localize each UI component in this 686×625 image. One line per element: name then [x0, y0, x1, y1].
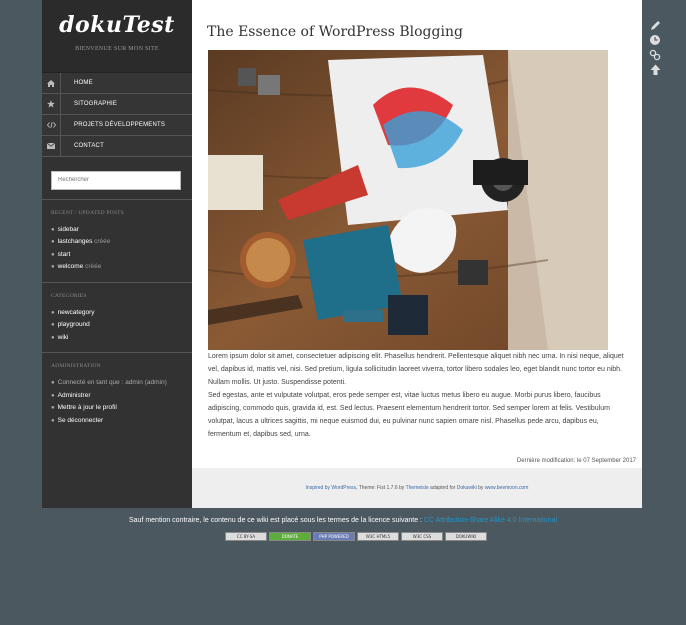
recent-posts-widget: RECENT / UPDATED POSTS ● sidebar ● lastcha… [42, 200, 192, 283]
search-box [42, 157, 192, 200]
bullet-icon: ● [51, 309, 55, 316]
footer-text: , Theme: Fist 1.7.6 by [356, 485, 406, 491]
site-logo[interactable]: dokuTest BIENVENUE SUR MON SITE [42, 0, 192, 72]
license-notice: Sauf mention contraire, le contenu de ce… [0, 517, 686, 524]
pencil-icon[interactable] [648, 18, 662, 32]
html5-badge[interactable]: W3C HTML5 [357, 532, 399, 541]
beemoon-link[interactable]: www.beemoon.com [485, 485, 529, 491]
license-link[interactable]: CC Attribution-Share Alike 4.0 Internati… [424, 517, 557, 524]
main-content: The Essence of WordPress Blogging Lorem … [192, 0, 642, 468]
post-body: Lorem ipsum dolor sit amet, consectetuer… [208, 350, 632, 441]
administration-widget: ADMINISTRATION ● Connecté en tant que : a… [42, 353, 192, 435]
menu-item-label: CONTACT [74, 143, 104, 149]
arrow-up-icon[interactable] [648, 63, 662, 77]
license-text: Sauf mention contraire, le contenu de ce… [128, 517, 424, 524]
widget-title: RECENT / UPDATED POSTS [51, 209, 124, 216]
category-item[interactable]: ● newcategory [51, 307, 183, 320]
bullet-icon: ● [51, 334, 55, 341]
cc-badge[interactable]: CC BY-SA [225, 532, 267, 541]
history-icon[interactable] [648, 33, 662, 47]
category-item[interactable]: ● playground [51, 319, 183, 332]
page-tools [648, 18, 662, 77]
recent-link[interactable]: sidebar [58, 226, 79, 233]
star-icon [42, 94, 61, 114]
search-input[interactable] [51, 170, 181, 190]
menu-item-home[interactable]: HOME [42, 73, 192, 94]
logged-in-as: ● Connecté en tant que : admin (admin) [51, 377, 183, 390]
home-icon [42, 73, 61, 93]
bullet-icon: ● [51, 417, 55, 424]
badge-row: CC BY-SA DONATE PHP POWERED W3C HTML5 W3… [225, 532, 487, 541]
category-item[interactable]: ● wiki [51, 332, 183, 345]
last-modified: Dernière modification: le 07 September 2… [516, 458, 636, 464]
code-icon [42, 115, 61, 135]
main-menu: HOME SITOGRAPHIE PROJETS DÉVELOPPEMENTS … [42, 72, 192, 157]
footer-credits: Inspired by WordPress, Theme: Fist 1.7.6… [192, 485, 642, 491]
menu-item-label: HOME [74, 80, 93, 86]
sidebar: dokuTest BIENVENUE SUR MON SITE HOME SIT… [42, 0, 192, 508]
dokuwiki-link[interactable]: Dokuwiki [457, 485, 477, 491]
css-badge[interactable]: W3C CSS [401, 532, 443, 541]
admin-item[interactable]: ● Se déconnecter [51, 415, 183, 428]
category-link[interactable]: wiki [58, 334, 69, 341]
menu-item-sitographie[interactable]: SITOGRAPHIE [42, 94, 192, 115]
post-paragraph: Lorem ipsum dolor sit amet, consectetuer… [208, 353, 624, 386]
wordpress-link[interactable]: Inspired by WordPress [306, 485, 356, 491]
bullet-icon: ● [51, 322, 55, 328]
post-title[interactable]: The Essence of WordPress Blogging [207, 24, 463, 40]
footer: Inspired by WordPress, Theme: Fist 1.7.6… [192, 468, 642, 508]
donate-badge[interactable]: DONATE [269, 532, 311, 541]
bullet-icon: ● [51, 226, 55, 233]
page-wrapper: dokuTest BIENVENUE SUR MON SITE HOME SIT… [42, 0, 642, 508]
menu-item-label: PROJETS DÉVELOPPEMENTS [74, 122, 166, 128]
category-link[interactable]: newcategory [58, 309, 95, 316]
recent-item[interactable]: ● start [51, 249, 183, 262]
admin-item[interactable]: ● Administrer [51, 390, 183, 403]
post-paragraph: Sed egestas, ante et vulputate volutpat,… [208, 392, 610, 438]
recent-link[interactable]: welcome [58, 263, 84, 270]
bullet-icon: ● [51, 251, 55, 258]
post-featured-image [208, 50, 608, 350]
menu-item-label: SITOGRAPHIE [74, 101, 118, 107]
profile-link[interactable]: Mettre à jour le profil [58, 404, 117, 411]
logout-link[interactable]: Se déconnecter [58, 417, 104, 424]
recent-item[interactable]: ● lastchanges créée [51, 236, 183, 249]
recent-item[interactable]: ● sidebar [51, 224, 183, 237]
php-badge[interactable]: PHP POWERED [313, 532, 355, 541]
bullet-icon: ● [51, 239, 55, 245]
link-icon[interactable] [648, 48, 662, 62]
themeisle-link[interactable]: Themeisle [406, 485, 429, 491]
category-link[interactable]: playground [58, 321, 90, 328]
widget-title: ADMINISTRATION [51, 363, 101, 369]
dokuwiki-badge[interactable]: DOKUWIKI [445, 532, 487, 541]
site-title[interactable]: dokuTest [42, 0, 192, 38]
site-tagline: BIENVENUE SUR MON SITE [75, 46, 159, 52]
menu-item-contact[interactable]: CONTACT [42, 136, 192, 157]
recent-link[interactable]: lastchanges [58, 238, 93, 245]
recent-suffix: créée [94, 238, 111, 245]
recent-item[interactable]: ● welcome créée [51, 261, 183, 274]
menu-item-projets[interactable]: PROJETS DÉVELOPPEMENTS [42, 115, 192, 136]
footer-text: by [476, 485, 485, 491]
footer-text: adapted for [428, 485, 457, 491]
bullet-icon: ● [51, 392, 55, 399]
logged-in-text: Connecté en tant que : admin (admin) [57, 379, 167, 386]
categories-widget: CATEGORIES ● newcategory ● playground ● wik… [42, 283, 192, 353]
envelope-icon [42, 136, 61, 156]
bullet-icon: ● [51, 380, 55, 386]
bullet-icon: ● [51, 405, 55, 411]
recent-suffix: créée [85, 263, 102, 270]
bullet-icon: ● [51, 264, 55, 270]
admin-item[interactable]: ● Mettre à jour le profil [51, 402, 183, 415]
recent-link[interactable]: start [58, 251, 71, 258]
admin-link[interactable]: Administrer [58, 392, 91, 399]
widget-title: CATEGORIES [51, 292, 87, 299]
